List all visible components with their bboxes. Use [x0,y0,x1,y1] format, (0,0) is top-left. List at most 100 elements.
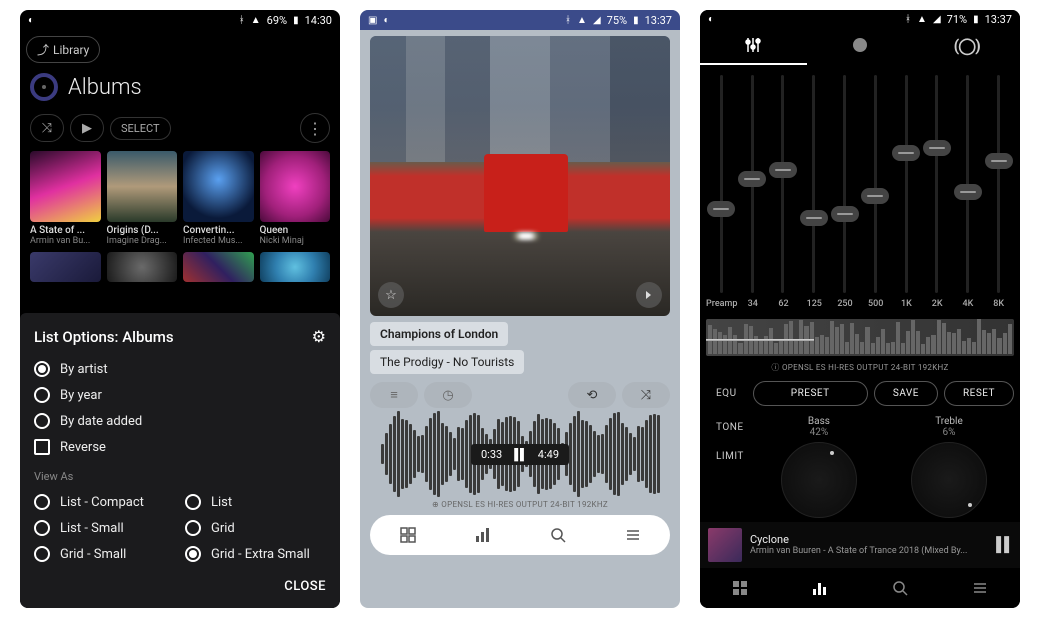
view-label: List [211,495,232,510]
gear-icon[interactable]: ⚙ [312,327,326,346]
album-tile[interactable]: Convertin... Infected Mus... [183,151,254,246]
close-button[interactable]: CLOSE [34,579,326,594]
tab-dial[interactable] [807,28,914,64]
bottom-nav [370,515,670,555]
eq-slider[interactable] [952,75,983,294]
reverse-checkbox[interactable]: Reverse [34,434,326,460]
eq-slider[interactable] [798,75,829,294]
play-indicator-icon: ◐ [383,15,389,26]
album-tile[interactable] [183,252,254,282]
view-label: List - Small [60,521,124,536]
spectrum [706,319,1014,356]
next-art-button[interactable] [636,282,662,308]
repeat-button[interactable]: ⟲ [568,382,616,408]
album-tile[interactable]: Queen Nicki Minaj [260,151,331,246]
more-button[interactable]: ⋮ [300,113,330,143]
status-bar: ◐ ᚼ ▲ ◢ 71% ▮ 13:37 [700,10,1020,28]
player-screen: ▣ ◐ ᚼ ▲ ◢ 75% ▮ 13:37 ☆ Champions of Lon… [360,10,680,608]
view-option[interactable]: List - Compact [34,489,175,515]
treble-dial[interactable] [911,442,987,518]
action-row: ⤨ ▶ SELECT ⋮ [20,105,340,151]
eq-slider[interactable] [860,75,891,294]
shuffle-button[interactable]: ⤨ [622,382,670,408]
tab-reverb[interactable]: (◯) [913,28,1020,64]
waveform-seek[interactable]: 0:33 ▌▌ 4:49 [370,414,670,494]
shuffle-button[interactable]: ⤨ [30,114,64,142]
preset-button[interactable]: PRESET [753,381,868,406]
save-button[interactable]: SAVE [874,381,938,406]
select-button[interactable]: SELECT [110,117,171,140]
sort-label: By artist [60,362,108,377]
eq-slider[interactable] [983,75,1014,294]
pause-icon[interactable]: ▌▌ [514,448,526,461]
sort-option[interactable]: By year [34,382,326,408]
treble-label: Treble [935,416,963,427]
sort-option[interactable]: By artist [34,356,326,382]
timer-button[interactable]: ◷ [424,382,472,408]
treble-value: 6% [943,427,956,438]
now-art [708,528,742,562]
album-artist: Infected Mus... [183,236,254,246]
eq-slider[interactable] [737,75,768,294]
time-box: 0:33 ▌▌ 4:49 [471,444,569,465]
album-tile[interactable] [107,252,178,282]
album-tile[interactable] [260,252,331,282]
sort-option[interactable]: By date added [34,408,326,434]
limit-toggle[interactable]: LIMIT [706,449,754,464]
eq-sliders [700,65,1020,294]
nav-search[interactable] [860,568,940,608]
radio-icon [185,546,201,562]
tone-toggle[interactable]: TONE [706,420,754,435]
freq-labels: Preamp34621252505001K2K4K8K [700,293,1020,315]
nav-menu[interactable] [940,568,1020,608]
clock: 13:37 [985,13,1012,26]
nav-menu[interactable] [595,515,670,555]
view-option[interactable]: List [185,489,326,515]
view-option[interactable]: Grid [185,515,326,541]
library-button[interactable]: ⤴ Library [26,36,100,63]
track-title[interactable]: Champions of London [370,322,508,346]
now-playing-bar[interactable]: Cyclone Armin van Buuren - A State of Tr… [700,522,1020,568]
wifi-icon: ▲ [251,15,261,26]
eq-slider[interactable] [768,75,799,294]
bass-dial[interactable] [781,442,857,518]
album-tile[interactable]: Origins (D... Imagine Drag... [107,151,178,246]
eq-slider[interactable] [891,75,922,294]
freq-label: Preamp [706,299,737,309]
vis-button[interactable]: ≡ [370,382,418,408]
tab-sliders[interactable] [700,28,807,64]
nav-library[interactable] [700,568,780,608]
eq-slider[interactable] [706,75,737,294]
equalizer-screen: ◐ ᚼ ▲ ◢ 71% ▮ 13:37 (◯) Preamp3462125250… [700,10,1020,608]
play-button[interactable]: ▶ [70,114,104,142]
album-art[interactable] [370,36,670,316]
eq-slider[interactable] [922,75,953,294]
pause-icon[interactable]: ▌▌ [996,536,1012,553]
view-option[interactable]: Grid - Small [34,541,175,567]
track-artist[interactable]: The Prodigy - No Tourists [370,350,524,374]
equ-toggle[interactable]: EQU [706,382,747,405]
upload-icon: ⤴ [37,41,49,58]
nav-search[interactable] [520,515,595,555]
album-tile[interactable]: A State of ... Armin van Bu... [30,151,101,246]
album-tile[interactable] [30,252,101,282]
bass-dial-col: Bass 42% [754,416,884,518]
nav-equalizer[interactable] [780,568,860,608]
album-grid: A State of ... Armin van Bu... Origins (… [20,151,340,246]
tone-row: TONE LIMIT Bass 42% Treble 6% [700,412,1020,522]
nav-equalizer[interactable] [445,515,520,555]
signal-icon: ◢ [933,14,941,25]
view-option[interactable]: List - Small [34,515,175,541]
freq-label: 34 [737,299,768,309]
view-option[interactable]: Grid - Extra Small [185,541,326,567]
output-info: ⓘ OPENSL ES HI-RES OUTPUT 24-BIT 192KHZ [700,360,1020,375]
eq-slider[interactable] [829,75,860,294]
album-title: A State of ... [30,225,101,236]
nav-library[interactable] [370,515,445,555]
radio-icon [34,387,50,403]
reset-button[interactable]: RESET [944,381,1014,406]
favorite-button[interactable]: ☆ [378,282,404,308]
play-indicator-icon: ◐ [708,14,714,25]
library-screen: ◐ ᚼ ▲ 69% ▮ 14:30 ⤴ Library Albums ⤨ ▶ S… [20,10,340,608]
sheet-title: List Options: Albums [34,328,174,346]
